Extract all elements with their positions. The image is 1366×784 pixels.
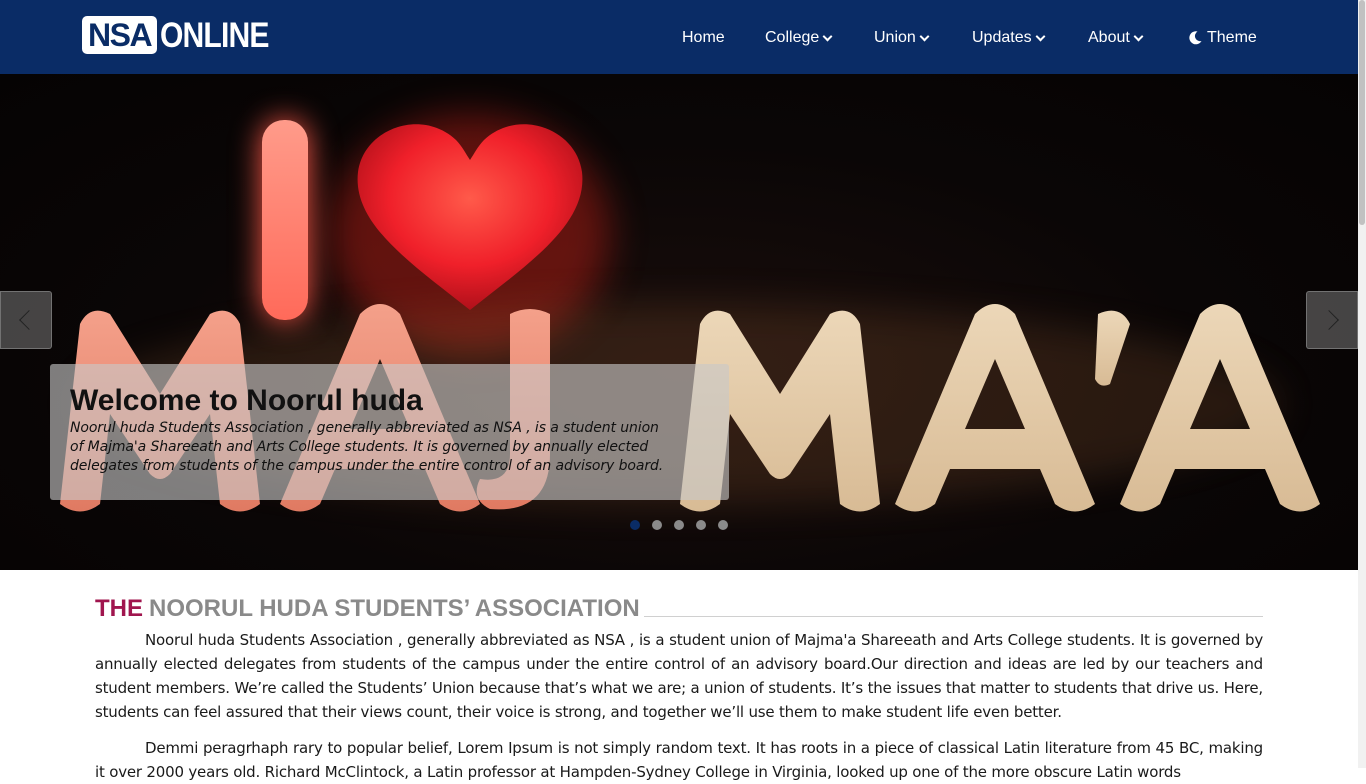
carousel-dot-4[interactable] [696, 520, 706, 530]
hero-caption-text: Noorul huda Students Association , gener… [70, 419, 709, 476]
nav-about[interactable]: About [1088, 27, 1144, 49]
hero-caption-line: of Majma'a Shareeath and Arts College st… [70, 439, 649, 455]
moon-icon [1189, 31, 1202, 45]
section-heading-accent: THE [95, 595, 143, 622]
section-heading: THE NOORUL HUDA STUDENTS’ ASSOCIATION [95, 594, 1263, 624]
nav-college[interactable]: College [765, 27, 833, 49]
nav-theme-toggle[interactable]: Theme [1187, 27, 1257, 49]
nav-home-label: Home [682, 29, 725, 46]
chevron-down-icon [822, 31, 833, 41]
chevron-right-icon [1319, 310, 1339, 330]
top-navbar: NSA ONLINE Home College Union Updates Ab… [0, 0, 1358, 74]
section-heading-divider [643, 615, 1263, 617]
hero-caption-line: Noorul huda Students Association , gener… [70, 420, 659, 436]
carousel-dot-2[interactable] [652, 520, 662, 530]
carousel-dot-5[interactable] [718, 520, 728, 530]
logo-text: ONLINE [160, 15, 269, 55]
about-paragraph-2: Demmi peragrhaph rary to popular belief,… [95, 739, 1263, 781]
logo-box: NSA [82, 16, 158, 54]
chevron-down-icon [1133, 31, 1144, 41]
chevron-down-icon [1035, 31, 1046, 41]
about-paragraph-1: Noorul huda Students Association , gener… [95, 631, 1263, 721]
chevron-left-icon [19, 310, 39, 330]
section-heading-text: NOORUL HUDA STUDENTS’ ASSOCIATION [149, 595, 640, 622]
carousel-dot-1[interactable] [630, 520, 640, 530]
nav-updates-label: Updates [972, 29, 1032, 46]
carousel-next-button[interactable] [1306, 291, 1358, 349]
carousel-indicators [630, 520, 728, 530]
chevron-down-icon [919, 31, 930, 41]
hero-carousel: Welcome to Noorul huda Noorul huda Stude… [0, 74, 1358, 570]
site-logo[interactable]: NSA ONLINE [82, 16, 286, 54]
nav-college-label: College [765, 29, 820, 46]
nav-updates[interactable]: Updates [972, 27, 1046, 49]
hero-caption-line: delegates from students of the campus un… [70, 458, 664, 474]
hero-caption: Welcome to Noorul huda Noorul huda Stude… [50, 364, 729, 500]
logo-box-text: NSA [88, 17, 153, 53]
nav-about-label: About [1088, 29, 1130, 46]
carousel-prev-button[interactable] [0, 291, 52, 349]
scrollbar-thumb[interactable] [1359, 0, 1365, 225]
nav-theme-label: Theme [1207, 29, 1257, 46]
page-scrollbar[interactable] [1358, 0, 1366, 768]
nav-union[interactable]: Union [874, 27, 930, 49]
nav-union-label: Union [874, 29, 916, 46]
nav-home[interactable]: Home [682, 27, 725, 49]
hero-caption-title: Welcome to Noorul huda [70, 384, 423, 417]
carousel-dot-3[interactable] [674, 520, 684, 530]
